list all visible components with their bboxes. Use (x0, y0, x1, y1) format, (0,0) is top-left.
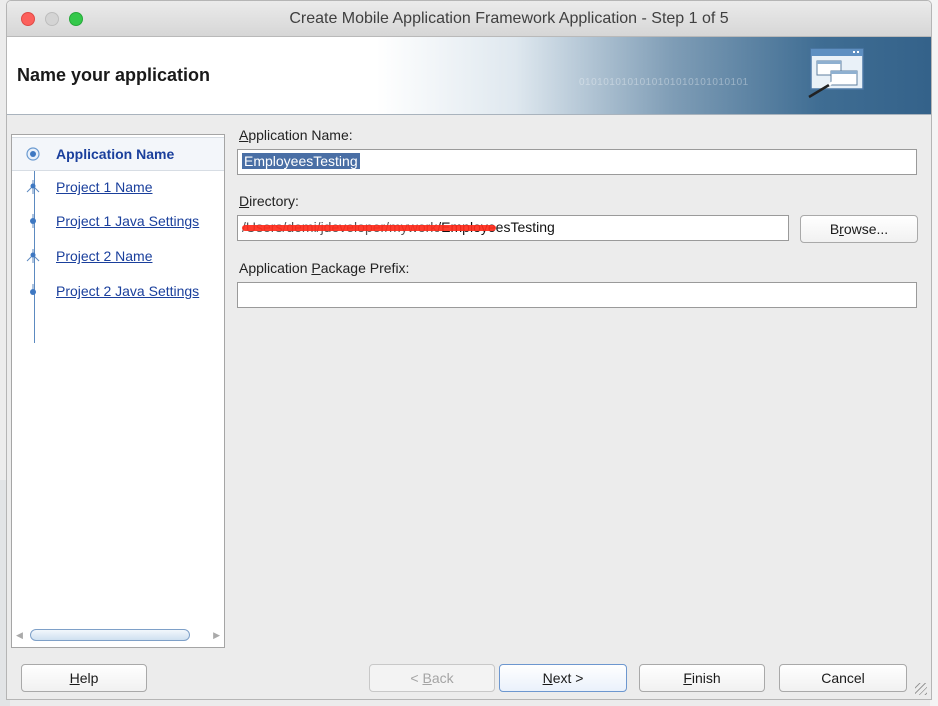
resize-grip-icon[interactable] (915, 683, 927, 695)
step-project-1-name[interactable]: Project 1 Name (12, 171, 224, 205)
application-window-icon (808, 48, 864, 99)
step-application-name[interactable]: Application Name (12, 137, 224, 171)
step-label[interactable]: Project 1 Name (56, 179, 152, 195)
browse-button[interactable]: Browse... (800, 215, 918, 243)
package-prefix-label: Application Package Prefix: (239, 260, 410, 276)
cancel-button[interactable]: Cancel (779, 664, 907, 692)
page-title: Name your application (17, 65, 211, 85)
application-name-label: Application Name: (239, 127, 353, 143)
scroll-thumb[interactable] (30, 629, 190, 641)
step-project-1-java-settings[interactable]: Project 1 Java Settings (12, 205, 224, 239)
step-end-dot-icon (30, 284, 36, 295)
wizard-banner: Name your application 010101010101010101… (7, 37, 931, 115)
package-prefix-input[interactable] (237, 282, 917, 308)
steps-horizontal-scrollbar[interactable]: ◀ ▶ (16, 627, 220, 643)
finish-button[interactable]: Finish (639, 664, 765, 692)
current-step-icon (26, 147, 40, 161)
step-dot-icon (30, 214, 36, 228)
directory-label: Directory: (239, 193, 299, 209)
application-name-value: EmployeesTesting (242, 153, 360, 169)
banner-binary-pattern: 0101010101010101010101010101 (579, 77, 749, 88)
step-label: Application Name (56, 146, 175, 162)
scroll-left-icon[interactable]: ◀ (16, 630, 23, 641)
directory-redacted-path: /Users/demi/jdeveloper/mywork (242, 219, 496, 235)
title-bar[interactable]: Create Mobile Application Framework Appl… (7, 1, 931, 37)
next-button[interactable]: Next > (499, 664, 627, 692)
redaction-mark (242, 225, 496, 231)
wizard-dialog: Create Mobile Application Framework Appl… (6, 0, 932, 700)
window-title: Create Mobile Application Framework Appl… (289, 10, 729, 27)
application-form: Application Name: EmployeesTesting Direc… (237, 127, 927, 327)
help-button[interactable]: Help (21, 664, 147, 692)
step-project-2-name[interactable]: Project 2 Name (12, 240, 224, 274)
branch-step-icon (26, 249, 40, 263)
step-label[interactable]: Project 2 Java Settings (56, 283, 199, 299)
wizard-steps-panel: Application Name Project 1 Name Project … (11, 134, 225, 648)
scroll-right-icon[interactable]: ▶ (213, 630, 220, 641)
back-button[interactable]: < Back (369, 664, 495, 692)
step-label[interactable]: Project 1 Java Settings (56, 213, 199, 229)
application-name-input[interactable]: EmployeesTesting (237, 149, 917, 175)
directory-input[interactable]: /Users/demi/jdeveloper/mywork/EmployeesT… (237, 215, 789, 241)
step-project-2-java-settings[interactable]: Project 2 Java Settings (12, 275, 224, 309)
step-label[interactable]: Project 2 Name (56, 248, 152, 264)
branch-step-icon (26, 180, 40, 194)
